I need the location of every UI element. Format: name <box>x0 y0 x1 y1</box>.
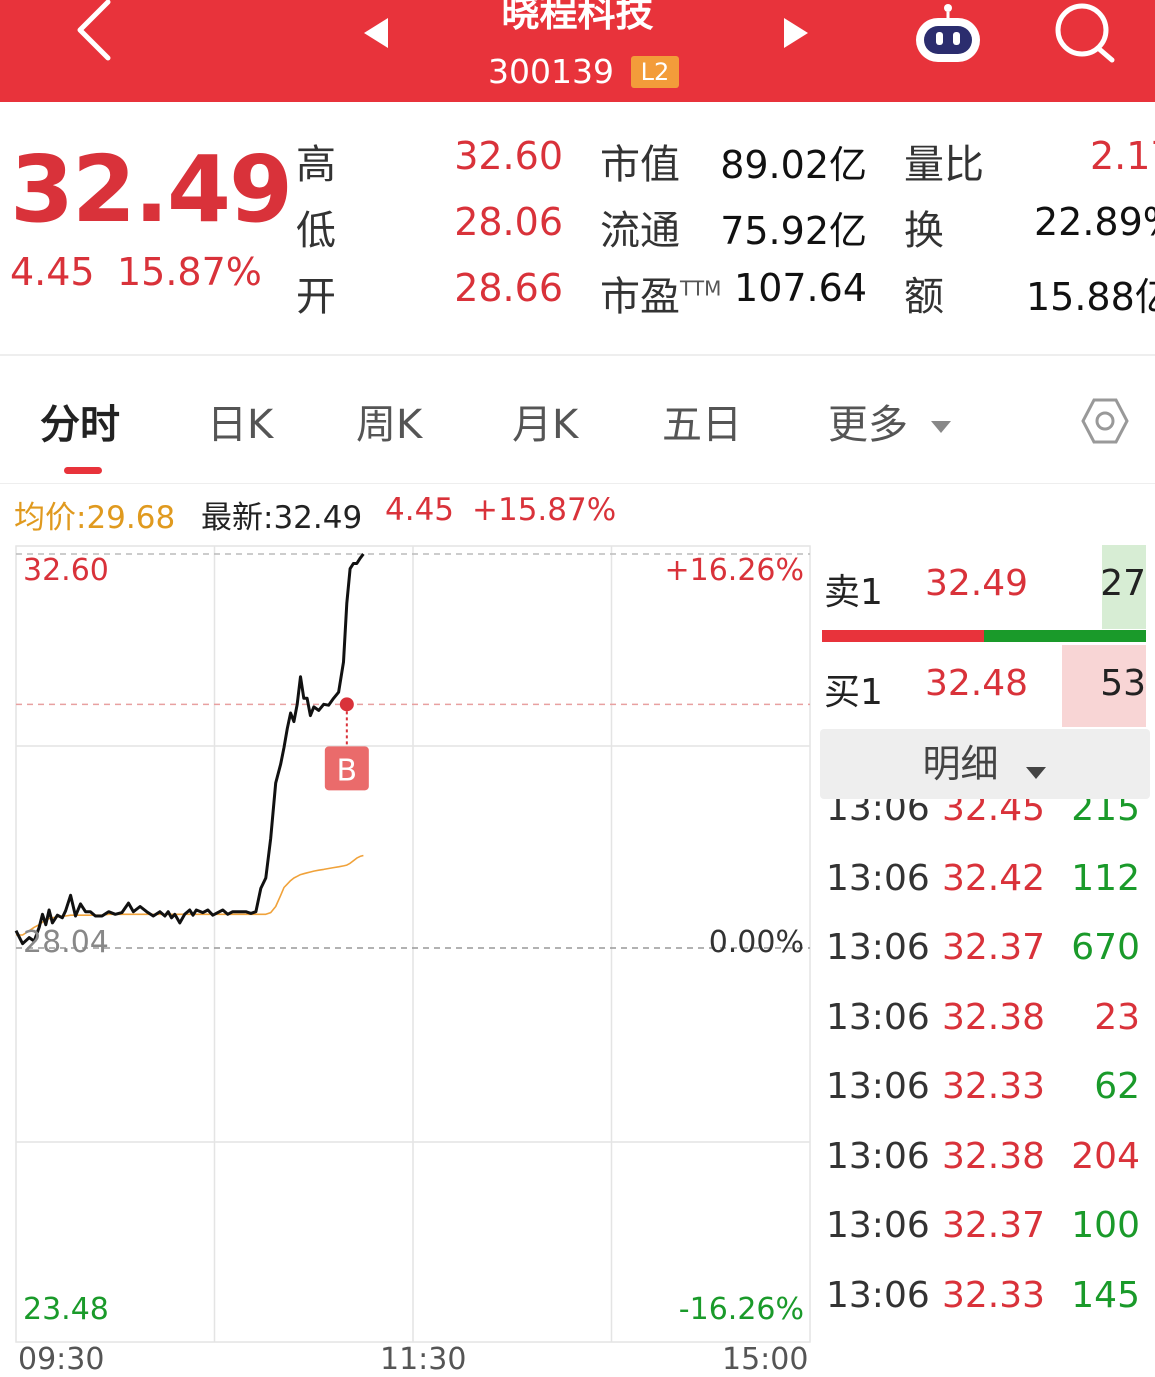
trade-list[interactable]: 13:06 32.45 215 13:06 32.42 112 13:06 32.37 670 1… <box>824 778 1144 1356</box>
section-divider <box>0 354 1155 356</box>
detail-dropdown-icon <box>1025 766 1046 779</box>
sell1-price[interactable]: 32.49 <box>925 563 1028 604</box>
trade-time: 13:06 <box>826 1274 930 1316</box>
trade-price: 32.37 <box>942 1205 1046 1246</box>
trade-volume: 112 <box>1071 857 1140 899</box>
sell-ratio-bar <box>984 630 1146 642</box>
next-stock-icon[interactable] <box>782 16 810 50</box>
sell1-label: 卖1 <box>824 572 883 613</box>
stat-label-float-cap: 流通 <box>600 208 680 254</box>
stat-value-market-cap: 89.02亿 <box>720 143 867 187</box>
buy1-price[interactable]: 32.48 <box>925 663 1028 704</box>
y-axis-bottom-label: 23.48 <box>23 1292 109 1327</box>
stock-code: 300139 <box>488 52 614 91</box>
trade-price: 32.37 <box>942 927 1046 968</box>
price-line <box>14 553 365 946</box>
avg-price-label: 均价:29.68 <box>14 500 176 536</box>
detail-toggle-button[interactable]: 明细 <box>820 729 1150 799</box>
trade-volume: 23 <box>1094 996 1140 1038</box>
stat-label-high: 高 <box>296 142 336 188</box>
header-bar: 晓程科技 300139 L2 <box>0 0 1155 102</box>
buy-ratio-bar <box>822 630 984 642</box>
trade-volume: 204 <box>1071 1135 1140 1177</box>
x-axis-mid-label: 11:30 <box>380 1342 467 1377</box>
buy-marker-group: B <box>324 697 369 791</box>
price-change: 4.45 <box>10 250 95 294</box>
trade-volume: 670 <box>1071 927 1140 968</box>
stat-value-low: 28.06 <box>454 200 563 244</box>
buy1-volume: 53 <box>1100 663 1146 704</box>
stat-label-market-cap: 市值 <box>600 142 680 188</box>
buy-marker-label: B <box>337 753 358 788</box>
tab-daily-k[interactable]: 日K <box>207 392 273 450</box>
current-price: 32.49 <box>10 136 293 243</box>
trade-row: 13:06 32.33 145 <box>824 1275 1144 1327</box>
trade-volume: 145 <box>1071 1274 1140 1316</box>
pct-axis-top-label: +16.26% <box>664 553 804 588</box>
y-axis-mid-label: 28.04 <box>23 925 109 960</box>
stat-value-turnover: 22.89% <box>1034 200 1155 244</box>
trade-time: 13:06 <box>826 927 930 968</box>
trade-price: 32.38 <box>942 996 1046 1038</box>
trade-row: 13:06 32.38 23 <box>824 997 1144 1049</box>
trade-volume: 62 <box>1094 1066 1140 1107</box>
trade-row: 13:06 32.38 204 <box>824 1136 1144 1188</box>
trade-time: 13:06 <box>826 1066 930 1107</box>
trade-time: 13:06 <box>826 857 930 899</box>
dropdown-arrow-icon <box>930 421 951 433</box>
stat-label-turnover: 换 <box>904 208 944 254</box>
tab-more-label: 更多 <box>828 402 908 448</box>
trade-time: 13:06 <box>826 996 930 1038</box>
trade-time: 13:06 <box>826 1135 930 1177</box>
stat-value-open: 28.66 <box>454 266 563 310</box>
sell1-volume: 27 <box>1100 563 1146 604</box>
buy-point-dot <box>339 697 354 712</box>
pct-axis-bottom-label: -16.26% <box>678 1292 804 1327</box>
pct-axis-mid-label: 0.00% <box>708 925 804 960</box>
detail-label: 明细 <box>922 742 999 786</box>
stat-label-volume-ratio: 量比 <box>904 142 984 188</box>
stat-value-amount: 15.88亿 <box>1026 275 1155 319</box>
trade-price: 32.33 <box>942 1274 1046 1316</box>
tab-five-day[interactable]: 五日 <box>662 392 742 450</box>
stat-value-volume-ratio: 2.17 <box>1090 134 1155 178</box>
stat-value-pe: 107.64 <box>734 266 867 310</box>
level-badge[interactable]: L2 <box>631 56 679 88</box>
settings-icon[interactable] <box>1080 396 1130 446</box>
stat-label-low: 低 <box>296 208 336 254</box>
price-change-pct: 15.87% <box>117 250 262 294</box>
avg-price-line <box>16 854 364 936</box>
latest-price-label: 最新:32.49 <box>201 500 363 536</box>
buy1-label: 买1 <box>824 672 883 713</box>
info-change: 4.45 <box>385 492 455 528</box>
chart-series <box>14 553 365 946</box>
trade-row: 13:06 32.37 670 <box>824 927 1144 979</box>
x-axis-start-label: 09:30 <box>18 1342 105 1377</box>
tab-weekly-k[interactable]: 周K <box>356 392 422 450</box>
stat-label-open: 开 <box>296 274 336 320</box>
tab-divider <box>0 483 1155 484</box>
tab-more[interactable]: 更多 <box>828 392 953 450</box>
trade-price: 32.33 <box>942 1066 1046 1107</box>
trade-row: 13:06 32.33 62 <box>824 1066 1144 1118</box>
trade-row: 13:06 32.37 100 <box>824 1205 1144 1257</box>
trade-price: 32.42 <box>942 857 1046 899</box>
y-axis-top-label: 32.60 <box>23 553 109 588</box>
robot-assistant-icon[interactable] <box>910 4 986 66</box>
x-axis-end-label: 15:00 <box>722 1342 809 1377</box>
tab-monthly-k[interactable]: 月K <box>512 392 578 450</box>
stat-value-high: 32.60 <box>454 134 563 178</box>
info-change-pct: +15.87% <box>472 492 617 528</box>
trade-price: 32.38 <box>942 1135 1046 1177</box>
trade-row: 13:06 32.42 112 <box>824 858 1144 910</box>
trade-time: 13:06 <box>826 1205 930 1246</box>
search-icon[interactable] <box>1052 2 1118 64</box>
stat-value-float-cap: 75.92亿 <box>720 209 867 253</box>
stat-label-amount: 额 <box>904 274 944 320</box>
active-tab-indicator <box>64 467 102 474</box>
trade-volume: 100 <box>1071 1205 1140 1246</box>
tab-intraday[interactable]: 分时 <box>40 392 120 450</box>
